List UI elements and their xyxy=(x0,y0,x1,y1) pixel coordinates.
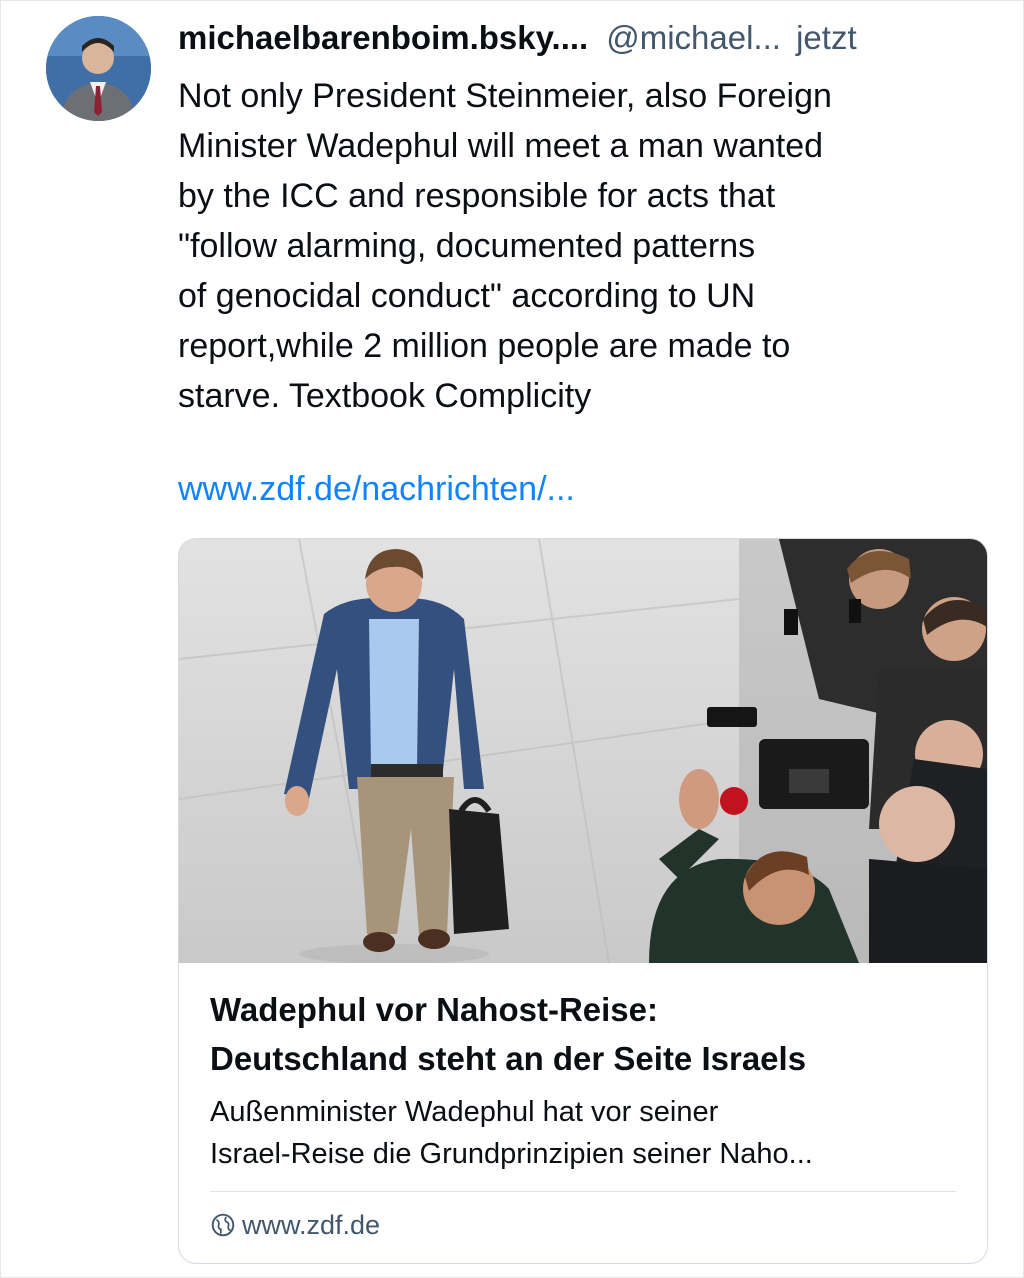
card-domain: www.zdf.de xyxy=(210,1207,380,1243)
card-description-line: Israel-Reise die Grundprinzipien seiner … xyxy=(210,1138,813,1170)
post-text: Not only President Steinmeier, also Fore… xyxy=(178,71,998,421)
post-link[interactable]: www.zdf.de/nachrichten/... xyxy=(178,466,575,512)
post-text-line: report,while 2 million people are made t… xyxy=(178,327,791,365)
handle[interactable]: @michael... xyxy=(606,19,781,56)
card-domain-text: www.zdf.de xyxy=(242,1210,381,1240)
globe-icon xyxy=(211,1213,235,1237)
card-image xyxy=(179,539,987,964)
avatar[interactable] xyxy=(46,16,151,121)
card-title: Wadephul vor Nahost-Reise: Deutschland s… xyxy=(210,985,970,1083)
timestamp[interactable]: jetzt xyxy=(796,19,857,56)
news-photo xyxy=(179,539,987,964)
post-text-line: by the ICC and responsible for acts that xyxy=(178,177,776,215)
post-text-line: "follow alarming, documented patterns xyxy=(178,227,756,265)
card-description-line: Außenminister Wadephul hat vor seiner xyxy=(210,1096,719,1128)
post-container: michaelbarenboim.bsky.... @michael... jet… xyxy=(0,0,1024,1278)
card-title-line: Deutschland steht an der Seite Israels xyxy=(210,1040,807,1077)
post-text-line: Minister Wadephul will meet a man wanted xyxy=(178,127,824,165)
card-title-line: Wadephul vor Nahost-Reise: xyxy=(210,991,658,1028)
post-text-line: of genocidal conduct" according to UN xyxy=(178,277,756,315)
post-text-line: starve. Textbook Complicity xyxy=(178,377,592,415)
link-preview-card[interactable]: Wadephul vor Nahost-Reise: Deutschland s… xyxy=(178,538,988,1264)
card-divider xyxy=(210,1191,956,1192)
card-description: Außenminister Wadephul hat vor seiner Is… xyxy=(210,1091,970,1175)
display-name[interactable]: michaelbarenboim.bsky.... xyxy=(178,19,588,56)
post-header: michaelbarenboim.bsky.... @michael... jet… xyxy=(178,15,998,61)
post-text-line: Not only President Steinmeier, also Fore… xyxy=(178,77,832,115)
avatar-photo xyxy=(46,16,151,121)
